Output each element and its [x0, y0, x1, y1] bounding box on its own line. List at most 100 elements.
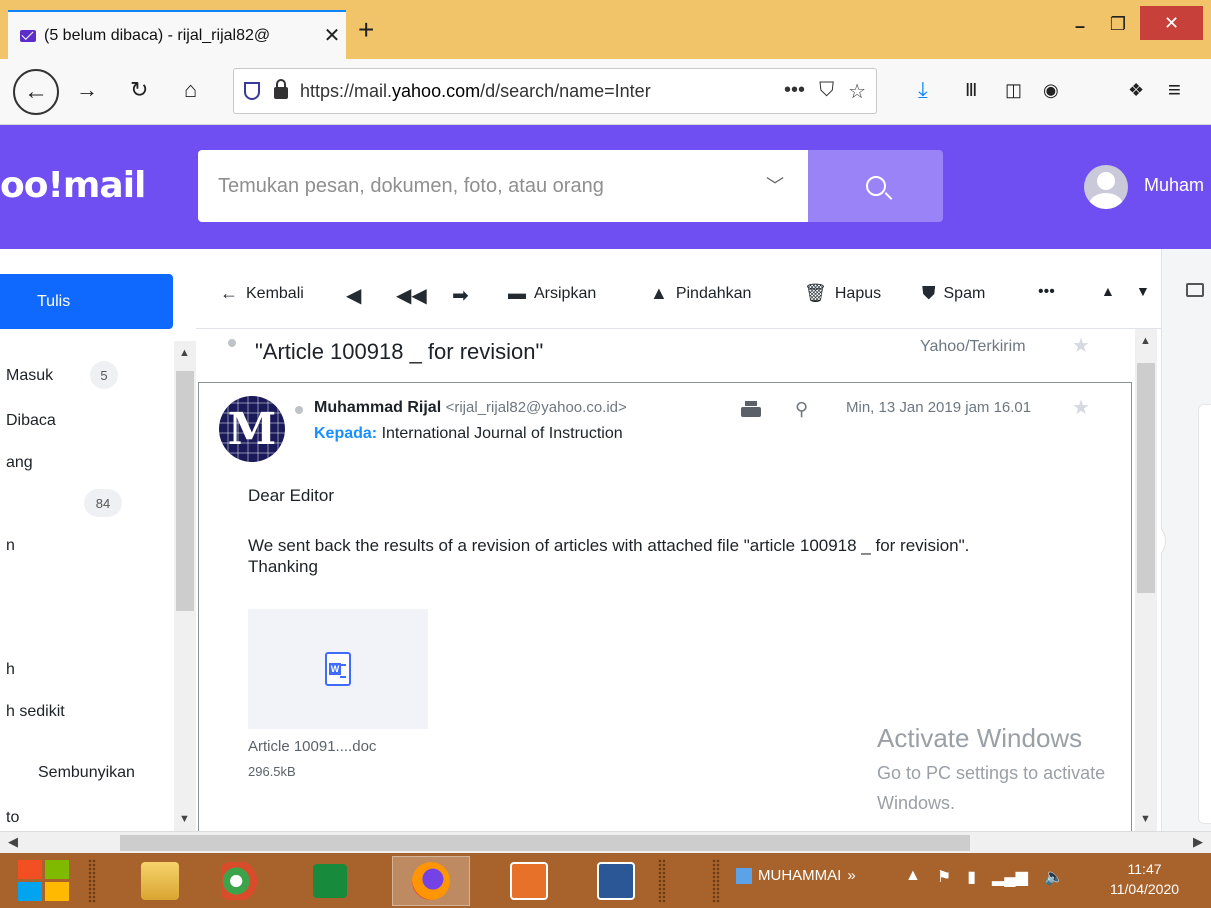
forward-icon: ➡ [452, 285, 469, 307]
back-arrow-icon[interactable]: ← [13, 69, 59, 115]
power-icon[interactable]: ▮ [967, 867, 976, 887]
attachment-preview[interactable] [248, 609, 428, 729]
delete-button[interactable]: 🗑 Hapus [804, 283, 881, 304]
lock-icon[interactable] [274, 79, 288, 99]
scroll-right-icon[interactable]: ▶ [1193, 834, 1203, 850]
page-actions-icon[interactable]: ••• [784, 79, 805, 104]
horizontal-scrollbar[interactable]: ◀ ▶ [0, 831, 1211, 853]
contacts-icon[interactable] [1186, 283, 1204, 297]
show-hidden-icons-icon[interactable]: ▲ [905, 867, 921, 887]
browser-tab[interactable]: (5 belum dibaca) - rijal_rijal82@ ✕ [8, 10, 346, 59]
star-icon[interactable]: ★ [1072, 395, 1090, 420]
next-message-icon[interactable]: ▼ [1136, 283, 1150, 299]
url-bar[interactable]: https://mail.yahoo.com/d/search/name=Int… [233, 68, 877, 114]
pdf-app[interactable] [491, 856, 567, 906]
url-text[interactable]: https://mail.yahoo.com/d/search/name=Int… [300, 81, 784, 102]
minimize-button[interactable]: – [1062, 6, 1098, 46]
search-input[interactable] [198, 150, 808, 222]
scrollbar-thumb[interactable] [120, 835, 970, 851]
scroll-up-icon[interactable]: ▲ [179, 347, 190, 359]
tracking-shield-icon[interactable] [244, 82, 260, 100]
home-icon[interactable]: ⌂ [184, 77, 197, 103]
archive-button[interactable]: ▬ Arsipkan [508, 283, 596, 304]
photos-app[interactable] [207, 856, 273, 906]
sidebar-item-folder[interactable]: n [6, 537, 15, 555]
word-app[interactable] [583, 856, 649, 906]
scroll-left-icon[interactable]: ◀ [8, 834, 18, 850]
user-name[interactable]: Muham [1144, 175, 1204, 196]
extensions-icon[interactable]: ❖ [1128, 77, 1144, 103]
tab-close-icon[interactable]: ✕ [318, 23, 346, 48]
downloads-icon[interactable]: ⤓ [918, 77, 928, 103]
sidebar-item-starred[interactable]: ang [6, 454, 33, 472]
forward-button[interactable]: ➡ [452, 283, 469, 308]
volume-icon[interactable]: 🔈 [1044, 867, 1064, 887]
library-icon[interactable]: Ⅲ [965, 77, 977, 103]
reply-icon: ◀ [346, 285, 362, 307]
start-button[interactable] [18, 860, 70, 902]
window-close-button[interactable]: ✕ [1140, 6, 1203, 40]
reply-all-button[interactable]: ◀◀ [396, 283, 427, 308]
yahoo-mail-logo[interactable]: oo!mail [0, 165, 146, 206]
sidebar-item-show-less[interactable]: h sedikit [6, 703, 65, 721]
previous-message-icon[interactable]: ▲ [1101, 283, 1115, 299]
store-app[interactable] [297, 856, 363, 906]
sender-email[interactable]: <rijal_rijal82@yahoo.co.id> [446, 399, 627, 416]
chevron-down-icon[interactable]: ﹀ [766, 172, 784, 198]
sidebar-item-inbox[interactable]: Masuk [6, 367, 53, 385]
new-tab-button[interactable]: + [358, 16, 374, 44]
sidebar-item-folder[interactable]: h [6, 661, 15, 679]
menu-icon[interactable]: ≡ [1168, 77, 1181, 103]
move-button[interactable]: ▲ Pindahkan [650, 283, 751, 304]
file-explorer-app[interactable] [127, 856, 193, 906]
maximize-button[interactable]: ❐ [1100, 4, 1136, 44]
spam-button[interactable]: ⛊ Spam [922, 283, 985, 304]
scroll-up-icon[interactable]: ▲ [1140, 335, 1151, 347]
sender-name[interactable]: Muhammad Rijal [314, 399, 441, 416]
pocket-icon[interactable]: ⛉ [819, 79, 834, 104]
sidebar: Tulis Masuk 5 Dibaca ang 84 n h h sediki… [0, 249, 196, 831]
read-dot-icon[interactable] [295, 406, 303, 414]
sidebar-item-hide[interactable]: Sembunyikan [38, 764, 135, 782]
attachment-name[interactable]: Article 10091....doc [248, 738, 376, 755]
firefox-app[interactable] [392, 856, 470, 906]
store-icon [313, 864, 347, 898]
sidebar-toggle-icon[interactable]: ◫ [1005, 77, 1022, 103]
taskbar-clock[interactable]: 11:47 11/04/2020 [1110, 859, 1179, 899]
account-icon[interactable]: ◉ [1043, 77, 1059, 103]
more-button[interactable]: ••• [1038, 283, 1055, 301]
taskbar-grip [88, 859, 96, 903]
unread-count-badge: 5 [90, 361, 118, 389]
reply-button[interactable]: ◀ [346, 283, 361, 308]
scrollbar-thumb[interactable] [176, 371, 194, 611]
watermark-subtitle: Go to PC settings to activate Windows. [877, 763, 1106, 813]
message-subject: "Article 100918 _ for revision" [255, 339, 544, 364]
compose-button[interactable]: Tulis [0, 274, 173, 329]
word-document-icon [325, 652, 351, 686]
star-icon[interactable]: ★ [1072, 333, 1090, 358]
forward-arrow-icon[interactable]: → [76, 77, 98, 103]
scroll-down-icon[interactable]: ▼ [179, 813, 190, 825]
print-icon[interactable] [741, 401, 761, 417]
network-signal-icon[interactable]: ▂▄▆ [992, 867, 1028, 887]
folder-count-badge: 84 [84, 489, 122, 517]
action-center-flag-icon[interactable]: ⚑ [937, 867, 951, 887]
scrollbar-thumb[interactable] [1137, 363, 1155, 593]
windows-taskbar: MUHAMMAI » ▲ ⚑ ▮ ▂▄▆ 🔈 11:47 11/04/2020 [0, 853, 1211, 908]
task-language-bar[interactable]: MUHAMMAI » [736, 867, 856, 884]
search-button[interactable] [808, 150, 943, 222]
avatar[interactable] [1084, 165, 1128, 209]
sidebar-item-unread[interactable]: Dibaca [6, 412, 56, 430]
search-bar: ﹀ [198, 150, 943, 222]
watermark-title: Activate Windows [877, 723, 1083, 753]
reload-icon[interactable]: ↻ [130, 77, 148, 103]
sender-avatar: M [219, 396, 285, 462]
unread-dot-icon[interactable] [228, 339, 236, 347]
tab-title: (5 belum dibaca) - rijal_rijal82@ [44, 26, 271, 44]
archive-icon: ▬ [508, 283, 526, 303]
sidebar-item-photos[interactable]: to [6, 809, 19, 827]
bookmark-star-icon[interactable]: ☆ [848, 79, 866, 104]
sidebar-scrollbar[interactable]: ▲ ▼ [174, 341, 196, 831]
recipient-name[interactable]: International Journal of Instruction [382, 425, 623, 442]
back-button[interactable]: ← Kembali [220, 283, 304, 304]
